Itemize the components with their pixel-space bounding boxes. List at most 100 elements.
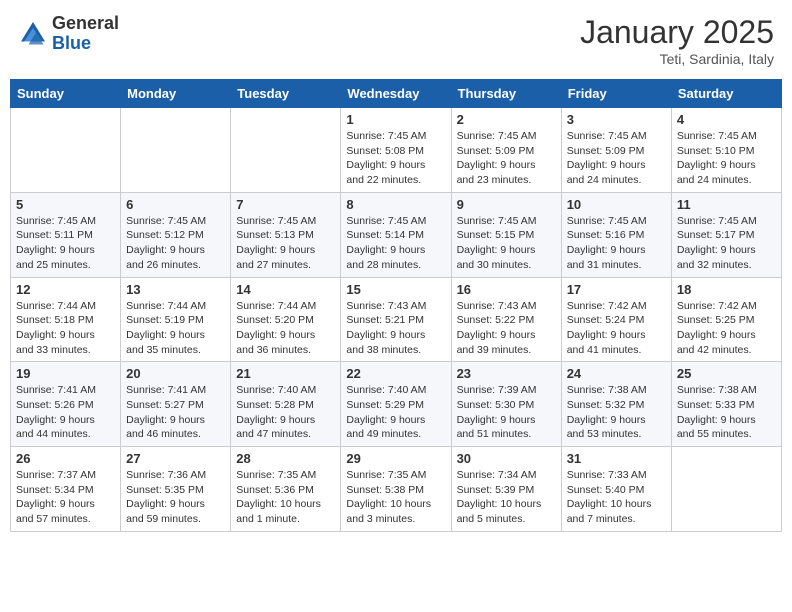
logo-icon <box>18 19 48 49</box>
calendar-table: SundayMondayTuesdayWednesdayThursdayFrid… <box>10 79 782 532</box>
day-info: Sunrise: 7:34 AM Sunset: 5:39 PM Dayligh… <box>457 468 556 527</box>
month-title: January 2025 <box>580 14 774 51</box>
day-number: 21 <box>236 366 335 381</box>
page: General Blue January 2025 Teti, Sardinia… <box>0 0 792 542</box>
calendar-cell: 18Sunrise: 7:42 AM Sunset: 5:25 PM Dayli… <box>671 277 781 362</box>
calendar-cell: 30 Sunrise: 7:34 AM Sunset: 5:39 PM Dayli… <box>451 447 561 532</box>
day-number: 27 <box>126 451 225 466</box>
calendar-cell: 23 Sunrise: 7:39 AM Sunset: 5:30 PM Dayli… <box>451 362 561 447</box>
day-number: 1 <box>346 112 445 127</box>
calendar-week-row: 19 Sunrise: 7:41 AM Sunset: 5:26 PM Dayli… <box>11 362 782 447</box>
day-number: 3 <box>567 112 666 127</box>
day-info: Sunrise: 7:35 AM Sunset: 5:36 PM Dayligh… <box>236 468 335 527</box>
header: General Blue January 2025 Teti, Sardinia… <box>10 10 782 71</box>
calendar-cell: 25 Sunrise: 7:38 AM Sunset: 5:33 PM Dayli… <box>671 362 781 447</box>
calendar-cell: 13 Sunrise: 7:44 AM Sunset: 5:19 PM Dayli… <box>121 277 231 362</box>
day-info: Sunrise: 7:38 AM Sunset: 5:33 PM Dayligh… <box>677 383 776 442</box>
calendar-day-header: Monday <box>121 80 231 108</box>
calendar-week-row: 1 Sunrise: 7:45 AM Sunset: 5:08 PM Daylig… <box>11 108 782 193</box>
day-number: 26 <box>16 451 115 466</box>
calendar-cell <box>11 108 121 193</box>
calendar-day-header: Saturday <box>671 80 781 108</box>
logo: General Blue <box>18 14 119 54</box>
day-number: 17 <box>567 282 666 297</box>
day-info: Sunrise: 7:39 AM Sunset: 5:30 PM Dayligh… <box>457 383 556 442</box>
day-number: 2 <box>457 112 556 127</box>
day-info: Sunrise: 7:44 AM Sunset: 5:18 PM Dayligh… <box>16 299 115 358</box>
day-info: Sunrise: 7:45 AM Sunset: 5:10 PM Dayligh… <box>677 129 776 188</box>
day-info: Sunrise: 7:40 AM Sunset: 5:28 PM Dayligh… <box>236 383 335 442</box>
day-number: 22 <box>346 366 445 381</box>
calendar-cell: 16 Sunrise: 7:43 AM Sunset: 5:22 PM Dayli… <box>451 277 561 362</box>
day-info: Sunrise: 7:42 AM Sunset: 5:25 PM Dayligh… <box>677 299 776 358</box>
day-info: Sunrise: 7:45 AM Sunset: 5:13 PM Dayligh… <box>236 214 335 273</box>
day-info: Sunrise: 7:41 AM Sunset: 5:27 PM Dayligh… <box>126 383 225 442</box>
day-number: 4 <box>677 112 776 127</box>
day-number: 13 <box>126 282 225 297</box>
day-info: Sunrise: 7:42 AM Sunset: 5:24 PM Dayligh… <box>567 299 666 358</box>
calendar-cell: 22 Sunrise: 7:40 AM Sunset: 5:29 PM Dayli… <box>341 362 451 447</box>
calendar-cell: 11 Sunrise: 7:45 AM Sunset: 5:17 PM Dayli… <box>671 192 781 277</box>
day-info: Sunrise: 7:40 AM Sunset: 5:29 PM Dayligh… <box>346 383 445 442</box>
calendar-cell: 7 Sunrise: 7:45 AM Sunset: 5:13 PM Daylig… <box>231 192 341 277</box>
day-info: Sunrise: 7:45 AM Sunset: 5:15 PM Dayligh… <box>457 214 556 273</box>
day-number: 8 <box>346 197 445 212</box>
day-number: 12 <box>16 282 115 297</box>
calendar-cell <box>671 447 781 532</box>
day-info: Sunrise: 7:37 AM Sunset: 5:34 PM Dayligh… <box>16 468 115 527</box>
day-info: Sunrise: 7:45 AM Sunset: 5:09 PM Dayligh… <box>457 129 556 188</box>
day-number: 7 <box>236 197 335 212</box>
day-info: Sunrise: 7:45 AM Sunset: 5:11 PM Dayligh… <box>16 214 115 273</box>
day-info: Sunrise: 7:45 AM Sunset: 5:17 PM Dayligh… <box>677 214 776 273</box>
calendar-cell: 5Sunrise: 7:45 AM Sunset: 5:11 PM Daylig… <box>11 192 121 277</box>
day-number: 19 <box>16 366 115 381</box>
day-number: 31 <box>567 451 666 466</box>
day-info: Sunrise: 7:43 AM Sunset: 5:21 PM Dayligh… <box>346 299 445 358</box>
day-number: 10 <box>567 197 666 212</box>
day-info: Sunrise: 7:43 AM Sunset: 5:22 PM Dayligh… <box>457 299 556 358</box>
day-number: 15 <box>346 282 445 297</box>
day-info: Sunrise: 7:41 AM Sunset: 5:26 PM Dayligh… <box>16 383 115 442</box>
day-info: Sunrise: 7:36 AM Sunset: 5:35 PM Dayligh… <box>126 468 225 527</box>
day-number: 14 <box>236 282 335 297</box>
day-number: 24 <box>567 366 666 381</box>
calendar-week-row: 26 Sunrise: 7:37 AM Sunset: 5:34 PM Dayli… <box>11 447 782 532</box>
calendar-week-row: 5Sunrise: 7:45 AM Sunset: 5:11 PM Daylig… <box>11 192 782 277</box>
location: Teti, Sardinia, Italy <box>580 51 774 67</box>
calendar-day-header: Sunday <box>11 80 121 108</box>
calendar-cell: 17 Sunrise: 7:42 AM Sunset: 5:24 PM Dayli… <box>561 277 671 362</box>
calendar-cell: 1 Sunrise: 7:45 AM Sunset: 5:08 PM Daylig… <box>341 108 451 193</box>
calendar-cell: 28 Sunrise: 7:35 AM Sunset: 5:36 PM Dayli… <box>231 447 341 532</box>
calendar-day-header: Wednesday <box>341 80 451 108</box>
calendar-header-row: SundayMondayTuesdayWednesdayThursdayFrid… <box>11 80 782 108</box>
day-number: 11 <box>677 197 776 212</box>
day-number: 30 <box>457 451 556 466</box>
calendar-cell: 21 Sunrise: 7:40 AM Sunset: 5:28 PM Dayli… <box>231 362 341 447</box>
day-info: Sunrise: 7:44 AM Sunset: 5:19 PM Dayligh… <box>126 299 225 358</box>
day-info: Sunrise: 7:45 AM Sunset: 5:16 PM Dayligh… <box>567 214 666 273</box>
logo-text: General Blue <box>52 14 119 54</box>
day-number: 16 <box>457 282 556 297</box>
day-info: Sunrise: 7:33 AM Sunset: 5:40 PM Dayligh… <box>567 468 666 527</box>
calendar-cell: 14 Sunrise: 7:44 AM Sunset: 5:20 PM Dayli… <box>231 277 341 362</box>
day-info: Sunrise: 7:45 AM Sunset: 5:09 PM Dayligh… <box>567 129 666 188</box>
day-number: 25 <box>677 366 776 381</box>
calendar-cell: 4 Sunrise: 7:45 AM Sunset: 5:10 PM Daylig… <box>671 108 781 193</box>
title-area: January 2025 Teti, Sardinia, Italy <box>580 14 774 67</box>
calendar-cell <box>231 108 341 193</box>
calendar-cell: 15 Sunrise: 7:43 AM Sunset: 5:21 PM Dayli… <box>341 277 451 362</box>
calendar-cell: 27 Sunrise: 7:36 AM Sunset: 5:35 PM Dayli… <box>121 447 231 532</box>
day-number: 28 <box>236 451 335 466</box>
calendar-cell: 10 Sunrise: 7:45 AM Sunset: 5:16 PM Dayli… <box>561 192 671 277</box>
day-info: Sunrise: 7:45 AM Sunset: 5:08 PM Dayligh… <box>346 129 445 188</box>
calendar-cell: 12 Sunrise: 7:44 AM Sunset: 5:18 PM Dayli… <box>11 277 121 362</box>
logo-general-text: General <box>52 14 119 34</box>
day-info: Sunrise: 7:44 AM Sunset: 5:20 PM Dayligh… <box>236 299 335 358</box>
day-number: 9 <box>457 197 556 212</box>
day-info: Sunrise: 7:45 AM Sunset: 5:14 PM Dayligh… <box>346 214 445 273</box>
day-number: 6 <box>126 197 225 212</box>
calendar-cell: 29Sunrise: 7:35 AM Sunset: 5:38 PM Dayli… <box>341 447 451 532</box>
day-number: 23 <box>457 366 556 381</box>
calendar-day-header: Thursday <box>451 80 561 108</box>
day-info: Sunrise: 7:38 AM Sunset: 5:32 PM Dayligh… <box>567 383 666 442</box>
